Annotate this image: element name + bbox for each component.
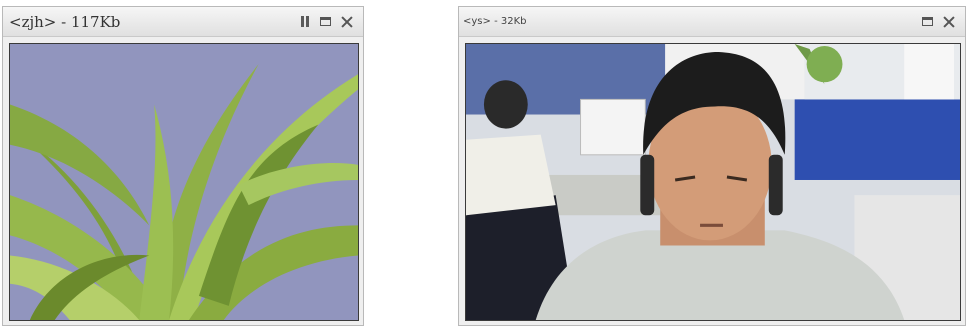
maximize-icon[interactable] (320, 17, 331, 26)
video-window-zjh[interactable]: <zjh> - 117Kb (2, 6, 364, 326)
window-title: <ys> - 32Kb (463, 16, 527, 27)
pause-icon[interactable] (300, 16, 310, 27)
window-controls (300, 16, 363, 28)
office-video-frame (466, 44, 960, 320)
video-window-ys[interactable]: <ys> - 32Kb (458, 6, 966, 326)
close-icon[interactable] (943, 16, 955, 28)
video-feed (465, 43, 961, 321)
window-titlebar[interactable]: <zjh> - 117Kb (3, 7, 363, 37)
video-feed (9, 43, 359, 321)
window-title: <zjh> - 117Kb (9, 12, 121, 31)
close-icon[interactable] (341, 16, 353, 28)
window-controls (922, 16, 965, 28)
window-titlebar[interactable]: <ys> - 32Kb (459, 7, 965, 37)
plant-video-frame (10, 44, 358, 320)
maximize-icon[interactable] (922, 17, 933, 26)
